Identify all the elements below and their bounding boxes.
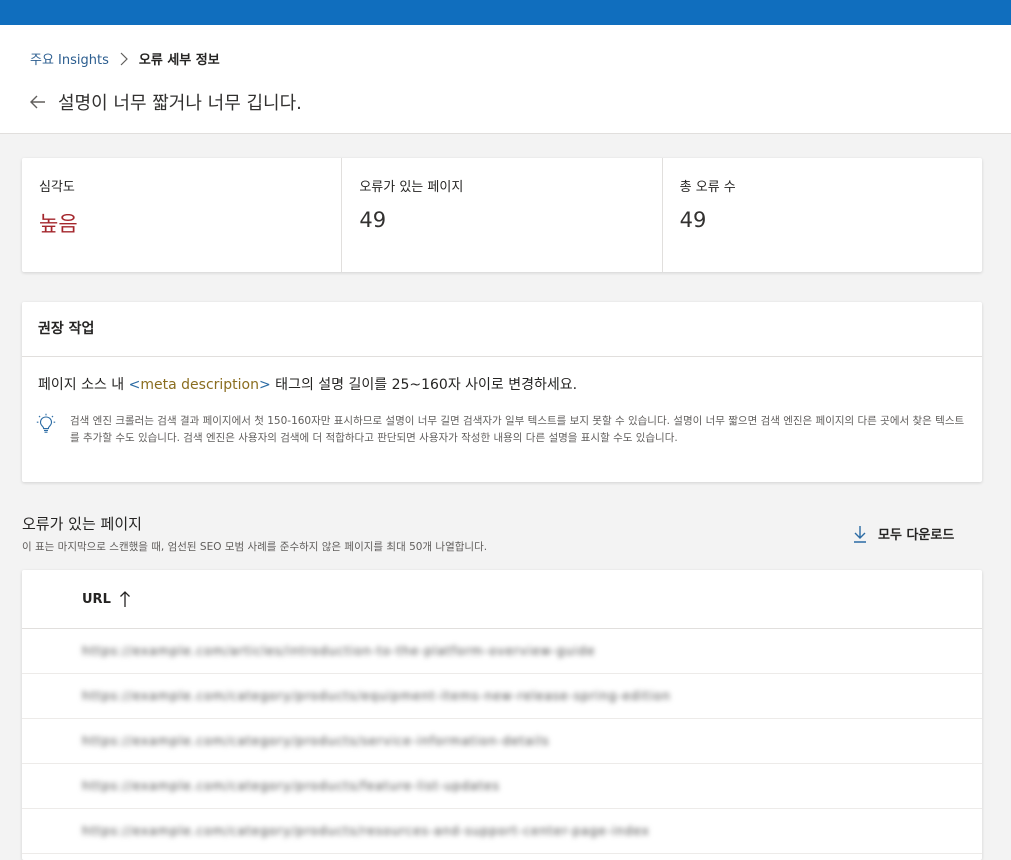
pages-with-errors-value: 49 [359, 208, 387, 232]
recommended-action-card: 권장 작업 페이지 소스 내 <meta description> 태그의 설명… [22, 302, 982, 482]
pages-with-errors-label: 오류가 있는 페이지 [359, 180, 464, 195]
arrow-up-icon [119, 590, 131, 608]
recommendation-note-text: 검색 엔진 크롤러는 검색 결과 페이지에서 첫 150-160자만 표시하므로… [70, 415, 965, 444]
code-bracket-open: < [128, 377, 141, 393]
table-row: https://example.com/category/products/eq… [22, 674, 982, 719]
table-row: https://example.com/category/products/se… [22, 719, 982, 764]
download-all-button[interactable]: 모두 다운로드 [852, 524, 954, 543]
page-url-link[interactable]: https://example.com/category/products/re… [82, 824, 650, 838]
table-row: https://example.com/category/products/re… [22, 809, 982, 854]
page-url-link[interactable]: https://example.com/category/products/fe… [82, 779, 500, 793]
page-url-link[interactable]: https://example.com/articles/introductio… [82, 644, 595, 658]
recommended-action-text: 페이지 소스 내 <meta description> 태그의 설명 길이를 2… [22, 357, 982, 394]
download-all-label: 모두 다운로드 [878, 528, 955, 543]
total-errors-label: 총 오류 수 [679, 180, 736, 195]
stats-card: 심각도 높음 오류가 있는 페이지 49 총 오류 수 49 [22, 158, 982, 272]
severity-value: 높음 [39, 212, 78, 236]
total-errors-stat: 총 오류 수 49 [663, 158, 982, 272]
page-header: 주요 Insights 오류 세부 정보 설명이 너무 짧거나 너무 깁니다. [0, 25, 1011, 134]
page-url-link[interactable]: https://example.com/category/products/se… [82, 734, 550, 748]
pages-with-errors-stat: 오류가 있는 페이지 49 [342, 158, 663, 272]
pages-table: URL https://example.com/articles/introdu… [22, 570, 982, 860]
table-row: https://example.com/category/products/fe… [22, 764, 982, 809]
recommended-action-title: 권장 작업 [22, 302, 982, 357]
breadcrumb-insights-link[interactable]: 주요 Insights [30, 49, 109, 68]
page-title: 설명이 너무 짧거나 너무 깁니다. [58, 93, 302, 114]
top-bar [0, 0, 1011, 25]
chevron-right-icon [119, 52, 129, 66]
pages-section-description: 이 표는 마지막으로 스캔했을 때, 엄선된 SEO 모범 사례를 준수하지 않… [22, 541, 488, 553]
meta-description-tag: meta description [140, 377, 259, 393]
url-column-header[interactable]: URL [22, 570, 982, 629]
lightbulb-icon [36, 413, 56, 435]
rec-text-after: 태그의 설명 길이를 25~160자 사이로 변경하세요. [270, 377, 578, 393]
table-row: https://example.com/articles/introductio… [22, 629, 982, 674]
severity-label: 심각도 [39, 180, 75, 195]
arrow-left-icon[interactable] [28, 92, 48, 112]
breadcrumb-current: 오류 세부 정보 [138, 53, 220, 68]
breadcrumb: 주요 Insights 오류 세부 정보 [30, 49, 220, 68]
url-column-label: URL [82, 591, 111, 607]
code-bracket-close: > [259, 377, 271, 393]
severity-stat: 심각도 높음 [22, 158, 343, 272]
total-errors-value: 49 [679, 208, 707, 232]
download-icon [852, 525, 868, 543]
page-url-link[interactable]: https://example.com/category/products/eq… [82, 689, 671, 703]
title-row: 설명이 너무 짧거나 너무 깁니다. [28, 89, 302, 115]
pages-section-title: 오류가 있는 페이지 [22, 515, 142, 533]
recommendation-note: 검색 엔진 크롤러는 검색 결과 페이지에서 첫 150-160자만 표시하므로… [36, 413, 966, 447]
rec-text-before: 페이지 소스 내 [38, 377, 129, 393]
